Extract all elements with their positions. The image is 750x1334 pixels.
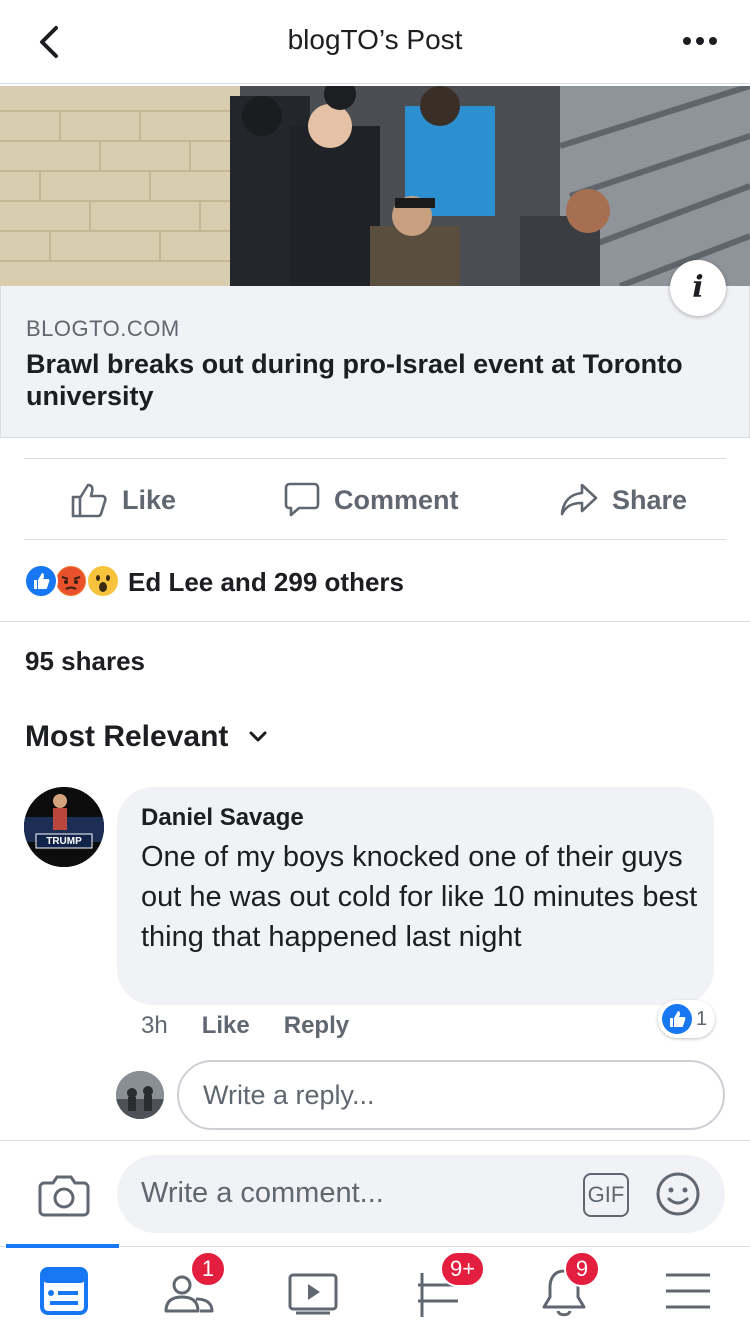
gif-icon[interactable]: GIF [583,1173,629,1217]
comment-reply-link[interactable]: Reply [284,1012,349,1040]
info-icon[interactable]: i [670,260,726,316]
news-feed-icon [40,1267,88,1315]
comment-text: One of my boys knocked one of their guys… [141,841,698,953]
comment-bubble-icon [284,482,320,517]
page-title: blogTO’s Post [287,24,463,55]
post-action-bar: Like Comment Share [24,458,726,540]
divider [0,621,750,622]
comment-placeholder: Write a comment... [141,1177,384,1209]
link-preview-card[interactable]: BLOGTO.COM Brawl breaks out during pro-I… [0,286,750,438]
like-reaction-icon [662,1004,692,1034]
hamburger-menu-icon [666,1273,710,1309]
top-navigation-bar: blogTO’s Post [0,0,750,84]
tab-menu[interactable] [658,1261,718,1321]
emoji-smile-icon[interactable] [655,1171,701,1217]
comment-composer: Write a comment... GIF [0,1140,750,1246]
share-button[interactable]: Share [560,459,687,541]
tab-notifications[interactable]: 9 [534,1251,600,1321]
chevron-down-icon [249,731,267,742]
thumbs-up-icon [71,483,107,518]
share-arrow-icon [560,483,598,516]
comment-label: Comment [334,484,459,515]
tab-watch[interactable] [282,1261,342,1321]
link-domain: BLOGTO.COM [26,316,180,341]
tab-friends[interactable]: 1 [158,1251,226,1321]
active-tab-indicator [6,1244,119,1248]
tab-marketplace[interactable]: 9+ [406,1251,486,1321]
comment-meta: 3h Like Reply [141,1012,383,1040]
shares-count[interactable]: 95 shares [25,646,145,677]
comment-time: 3h [141,1012,168,1039]
current-user-avatar [116,1071,164,1119]
comment-like-link[interactable]: Like [202,1012,250,1040]
link-headline: Brawl breaks out during pro-Israel event… [26,349,683,411]
angry-reaction-icon [54,564,88,598]
wow-reaction-icon [86,564,120,598]
sort-label: Most Relevant [25,720,229,753]
notifications-badge: 9 [564,1251,600,1287]
reply-input[interactable]: Write a reply... [177,1060,725,1130]
reaction-count-value: 1 [696,1007,708,1030]
marketplace-badge: 9+ [440,1251,486,1287]
like-reaction-icon [24,564,58,598]
comment-bubble[interactable]: Daniel Savage One of my boys knocked one… [117,787,714,1005]
like-button[interactable]: Like [70,459,176,541]
reactions-text: Ed Lee and 299 others [128,566,404,597]
comment-author[interactable]: Daniel Savage [141,804,304,832]
camera-icon[interactable] [38,1173,90,1217]
commenter-avatar[interactable]: TRUMP [24,787,104,867]
link-preview-image[interactable] [0,86,750,286]
comment-button[interactable]: Comment [284,459,459,541]
share-label: Share [612,484,688,515]
like-label: Like [122,484,177,515]
comment-input[interactable]: Write a comment... GIF [117,1155,725,1233]
reactions-summary[interactable]: Ed Lee and 299 others [24,562,404,602]
preview-photo [0,86,750,286]
more-options-icon[interactable] [680,26,720,56]
comment-sort-dropdown[interactable]: Most Relevant [25,720,268,754]
watch-video-icon [288,1273,338,1315]
tab-news-feed[interactable] [34,1261,94,1321]
avatar-sign-text: TRUMP [46,836,82,847]
friends-badge: 1 [190,1251,226,1287]
bottom-tab-bar: 1 9+ 9 [0,1244,750,1334]
comment-reaction-count[interactable]: 1 [658,1000,716,1038]
